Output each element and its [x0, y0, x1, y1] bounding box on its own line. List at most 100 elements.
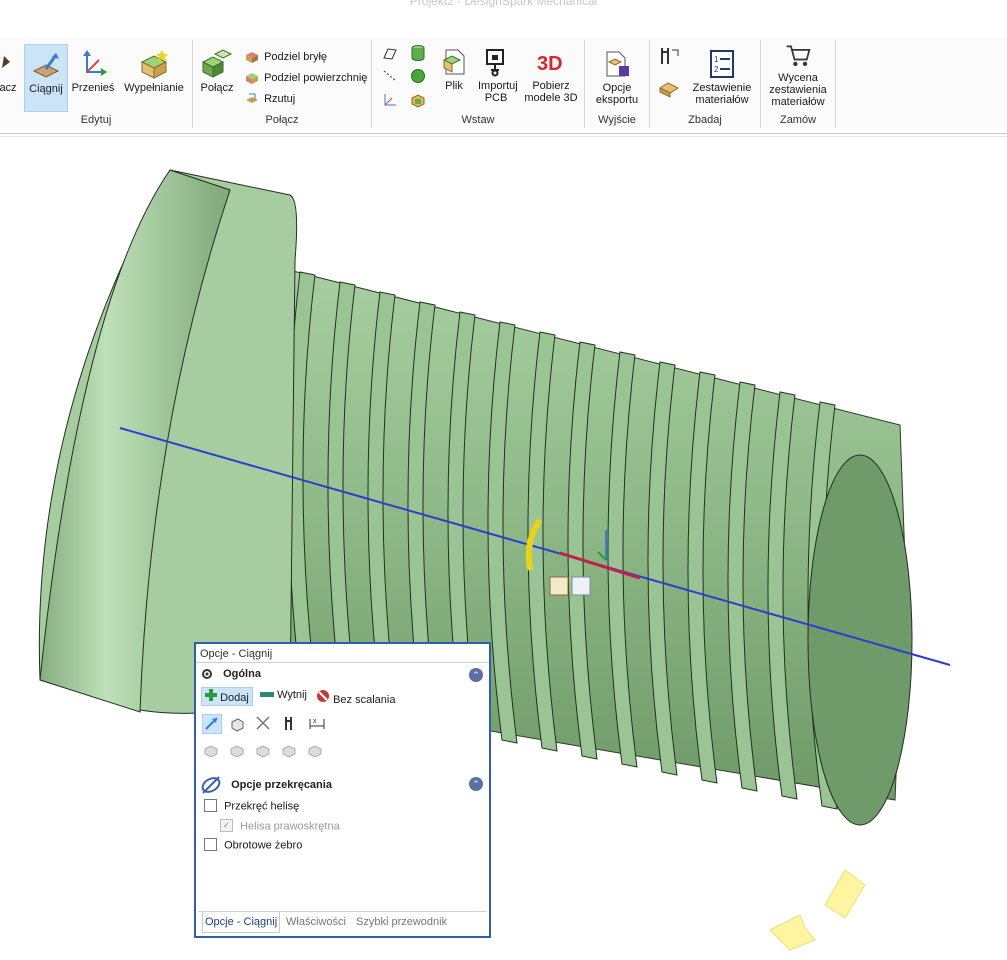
panel-title-divider [196, 662, 489, 663]
svg-text:x: x [313, 718, 317, 725]
fill-icon [140, 50, 168, 79]
window-title: Projekt2 - DesignSpark Mechanical [409, 0, 598, 8]
rotational-rib-checkbox[interactable] [204, 838, 217, 851]
split-body-button[interactable]: Podziel bryłę [245, 48, 327, 66]
3d-viewport[interactable] [0, 138, 1007, 960]
group-label-zbadaj: Zbadaj [688, 114, 722, 126]
svg-text:2: 2 [714, 65, 719, 74]
axis-icon[interactable] [382, 92, 398, 108]
threaded-cylinder-model[interactable] [0, 138, 1007, 960]
collapse-general-button[interactable]: ⌃ [469, 668, 483, 682]
plane-icon[interactable] [382, 46, 398, 62]
collapse-twist-button[interactable]: ⌃ [469, 777, 483, 791]
add-icon [205, 689, 217, 701]
ribbon-group-zamow: Wycena zestawienia materiałów Zamów [761, 40, 836, 128]
tab-quick-guide[interactable]: Szybki przewodnik [356, 916, 447, 928]
draft-icon-2 [230, 745, 244, 758]
measure-icon[interactable] [658, 46, 682, 66]
twist-helix-option[interactable]: Przekręć helisę [204, 799, 299, 813]
split-surface-button[interactable]: Podziel powierzchnię [245, 69, 367, 87]
svg-text:3D: 3D [537, 53, 563, 75]
panel-tabs: Opcje - Ciągnij Właściwości Szybki przew… [198, 911, 487, 934]
pull-icon [32, 53, 60, 78]
shell-icon[interactable] [410, 92, 426, 108]
twist-icon [201, 776, 221, 794]
export-options-button[interactable]: Opcje eksportu [589, 48, 645, 106]
ribbon-group-polacz: Połącz Podziel bryłę Podziel powierzchni… [193, 40, 372, 128]
group-label-polacz: Połącz [265, 114, 299, 126]
draft-icon-4 [282, 745, 296, 758]
draft-tool-1 [202, 740, 222, 760]
dimension-icon: x [309, 718, 325, 729]
cut-icon [260, 692, 274, 697]
group-label-wstaw: Wstaw [461, 114, 495, 126]
right-hand-helix-checkbox: ✓ [220, 819, 233, 832]
twist-helix-checkbox[interactable] [204, 799, 217, 812]
ruler-tool[interactable] [282, 714, 302, 734]
pcb-icon [486, 49, 504, 77]
download-3d-models-button[interactable]: 3D Pobierz modele 3D [522, 46, 580, 104]
gear-icon [202, 669, 212, 679]
section-general-heading[interactable]: Ogólna [200, 667, 261, 681]
up-to-icon [231, 718, 244, 732]
cart-icon [786, 45, 811, 67]
tab-properties[interactable]: Właściwości [286, 916, 346, 928]
right-hand-helix-option: ✓ Helisa prawoskrętna [220, 819, 340, 833]
draft-tool-2 [228, 740, 248, 760]
section-twist-heading[interactable]: Opcje przekręcania [200, 774, 332, 796]
draft-icon-3 [256, 745, 270, 758]
volume-icon[interactable] [658, 78, 680, 98]
combine-icon [201, 49, 233, 78]
ribbon-group-edytuj: acz Ciągnij Przenieś Wypełnianie Edytuj [0, 40, 193, 128]
tab-pull-options[interactable]: Opcje - Ciągnij [202, 912, 281, 933]
pull-button[interactable]: Ciągnij [24, 44, 68, 112]
sphere-icon[interactable] [410, 68, 426, 84]
pull-options-panel: Opcje - Ciągnij Ogólna ⌃ Dodaj Wytnij Be… [194, 642, 491, 938]
no-merge-mode-button[interactable]: Bez scalania [316, 689, 395, 706]
draft-tool-3 [254, 740, 274, 760]
combine-button[interactable]: Połącz [197, 48, 237, 94]
merge-icon [2, 56, 10, 68]
ribbon-divider [0, 133, 1007, 134]
merge-button[interactable]: acz [0, 48, 20, 94]
split-body-icon [246, 52, 258, 64]
bom-button[interactable]: 1 2 Zestawienie materiałów [688, 48, 756, 106]
ribbon-group-zbadaj: 1 2 Zestawienie materiałów Zbadaj [650, 40, 761, 128]
move-icon [83, 50, 107, 76]
draft-tool-4 [280, 740, 300, 760]
draft-tool-5 [306, 740, 326, 760]
project-button[interactable]: Rzutuj [245, 90, 295, 108]
dimension-tool[interactable]: x [308, 714, 328, 734]
draft-icon-1 [204, 745, 218, 758]
add-mode-button[interactable]: Dodaj [201, 687, 253, 706]
group-label-zamow: Zamów [779, 114, 817, 126]
file-button[interactable]: Plik [438, 46, 470, 92]
ruler-icon [285, 717, 292, 730]
move-button[interactable]: Przenieś [68, 48, 118, 94]
pull-direction-tool[interactable] [202, 714, 222, 734]
bom-icon: 1 2 [710, 50, 734, 78]
3d-models-icon: 3D [537, 53, 563, 75]
ribbon-divider-inner [0, 136, 1007, 137]
direction-arrow-icon [205, 717, 218, 730]
fill-button[interactable]: Wypełnianie [120, 48, 188, 94]
ribbon-group-wstaw: Plik Importuj PCB 3D Pobierz modele 3D W… [372, 40, 585, 128]
import-pcb-button[interactable]: Importuj PCB [474, 46, 518, 104]
export-icon [606, 51, 629, 77]
split-surface-icon [246, 73, 258, 85]
group-label-wyjscie: Wyjście [598, 114, 636, 126]
up-to-tool[interactable] [228, 714, 248, 734]
cut-mode-button[interactable]: Wytnij [260, 689, 307, 701]
no-merge-icon [317, 690, 329, 702]
panel-title: Opcje - Ciągnij [200, 648, 273, 660]
title-bar: Projekt2 - DesignSpark Mechanical [0, 0, 1007, 14]
svg-text:1: 1 [714, 55, 719, 64]
rotational-rib-option[interactable]: Obrotowe żebro [204, 838, 302, 852]
cylinder-icon[interactable] [410, 44, 426, 62]
project-icon [246, 93, 258, 104]
line-icon[interactable] [382, 68, 398, 84]
both-sides-icon [256, 716, 270, 730]
group-label-edytuj: Edytuj [80, 114, 112, 126]
bom-quote-button[interactable]: Wycena zestawienia materiałów [763, 42, 833, 110]
both-sides-tool[interactable] [254, 714, 274, 734]
